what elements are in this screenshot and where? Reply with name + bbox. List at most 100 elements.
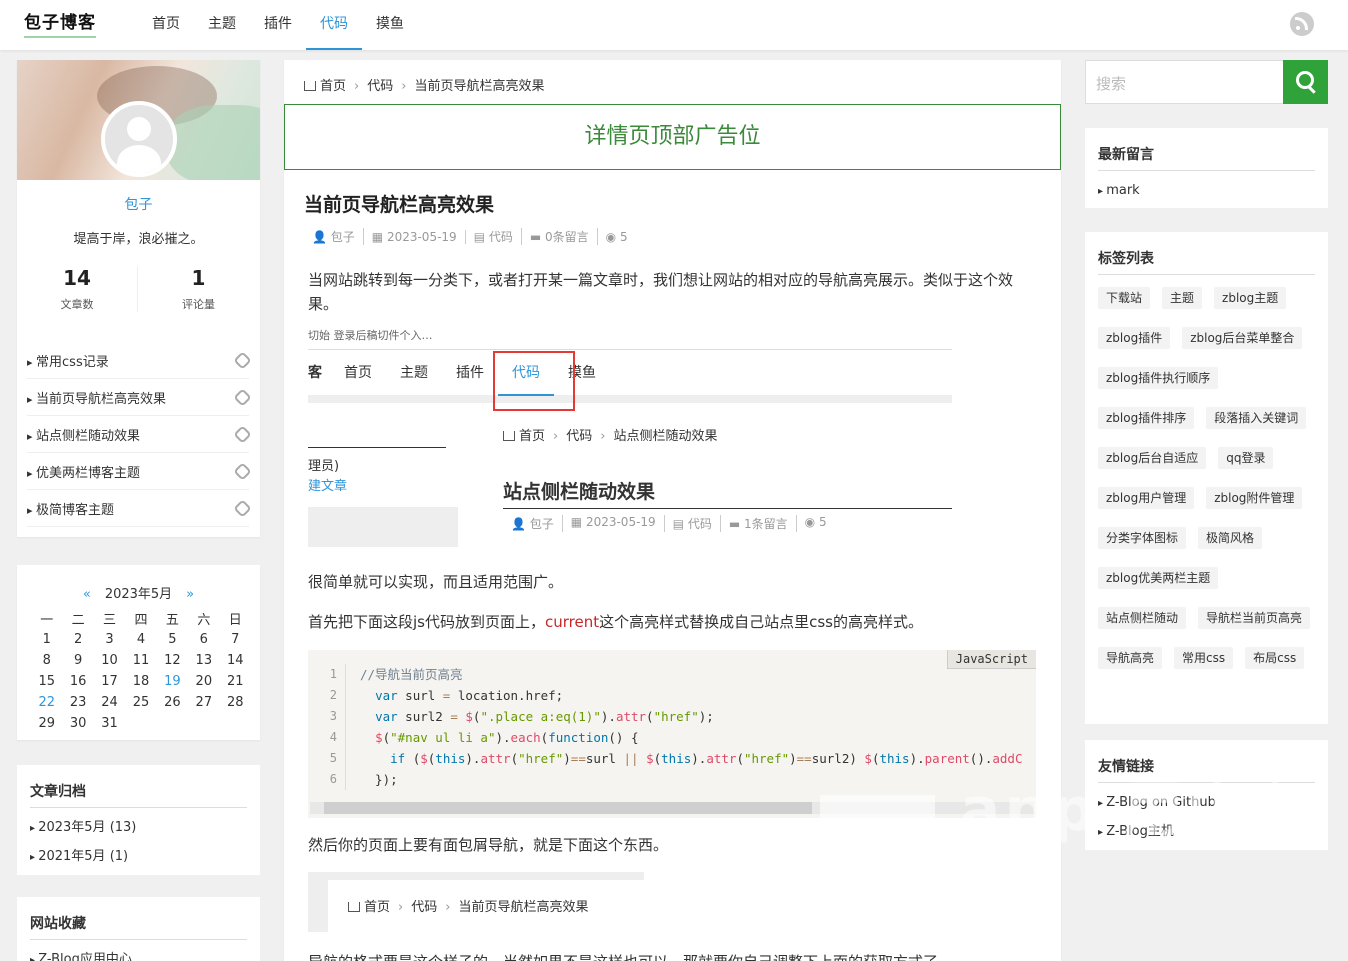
calendar-day[interactable]: 13 [188, 650, 219, 671]
calendar-day[interactable]: 6 [188, 629, 219, 650]
tag[interactable]: zblog插件执行顺序 [1098, 367, 1219, 389]
calendar-day[interactable]: 3 [94, 629, 125, 650]
calendar-widget: «2023年5月» 一 二 三 四 五 六 日 1 2 3 4 5 6 7 8 9 10 11 12 1… [17, 565, 260, 740]
tag[interactable]: 站点侧栏随动 [1098, 607, 1187, 629]
calendar-day[interactable]: 21 [220, 671, 251, 692]
list-item[interactable]: 常用css记录 [27, 342, 252, 379]
tag[interactable]: qq登录 [1218, 447, 1274, 469]
tag[interactable]: zblog后台自适应 [1098, 447, 1207, 469]
nav-code[interactable]: 代码 [306, 0, 362, 50]
tag[interactable]: zblog后台菜单整合 [1182, 327, 1303, 349]
calendar-prev-button[interactable]: « [83, 587, 91, 602]
nav-plugins[interactable]: 插件 [250, 0, 306, 50]
calendar-day[interactable]: 14 [220, 650, 251, 671]
calendar-day[interactable]: 12 [157, 650, 188, 671]
nav-home[interactable]: 首页 [138, 0, 194, 50]
tag[interactable]: 导航高亮 [1098, 647, 1163, 669]
tag[interactable]: zblog优美两栏主题 [1098, 567, 1219, 589]
search-input[interactable]: 搜索 [1096, 73, 1126, 94]
archive-item[interactable]: 2023年5月 (13) [30, 814, 247, 843]
tag[interactable]: zblog插件 [1098, 327, 1171, 349]
profile-name[interactable]: 包子 [17, 194, 260, 214]
breadcrumb-category[interactable]: 代码 [367, 79, 393, 94]
breadcrumb-home[interactable]: 首页 [320, 79, 346, 94]
weekday: 一 [40, 613, 54, 628]
calendar-day[interactable]: 19 [157, 671, 188, 692]
calendar-day[interactable]: 23 [62, 692, 93, 713]
meta-comments[interactable]: ▬ 0条留言 [522, 228, 598, 245]
favorite-item[interactable]: Z-Blog应用中心 [30, 946, 247, 961]
nav-fish[interactable]: 摸鱼 [362, 0, 418, 50]
avatar[interactable] [101, 101, 177, 177]
calendar-day[interactable]: 17 [94, 671, 125, 692]
calendar-day[interactable]: 25 [125, 692, 156, 713]
archive-widget: 文章归档 2023年5月 (13) 2021年5月 (1) [17, 765, 260, 875]
list-item[interactable]: 极简博客主题 [27, 490, 252, 527]
weekday: 日 [228, 613, 242, 628]
search-icon[interactable] [1283, 60, 1328, 104]
calendar-day[interactable]: 29 [31, 713, 62, 734]
profile-card: 包子 堤高于岸，浪必摧之。 14 文章数 1 评论量 常用css记录 当前页导航… [17, 60, 260, 537]
calendar-day[interactable]: 27 [188, 692, 219, 713]
link-icon [233, 498, 252, 518]
tag[interactable]: 导航栏当前页高亮 [1198, 607, 1311, 629]
calendar-day[interactable]: 15 [31, 671, 62, 692]
calendar-day[interactable]: 16 [62, 671, 93, 692]
tag[interactable]: zblog附件管理 [1206, 487, 1303, 509]
search-box: 搜索 [1085, 60, 1328, 104]
tag[interactable]: 主题 [1162, 287, 1203, 309]
nav-themes[interactable]: 主题 [194, 0, 250, 50]
tag[interactable]: 布局css [1245, 647, 1305, 669]
site-logo[interactable]: 包子博客 [24, 8, 96, 38]
image-text: 当前页导航栏高亮效果 [458, 900, 589, 915]
list-item[interactable]: 站点侧栏随动效果 [27, 416, 252, 453]
calendar-day[interactable]: 2 [62, 629, 93, 650]
calendar-day[interactable]: 10 [94, 650, 125, 671]
profile-links: 常用css记录 当前页导航栏高亮效果 站点侧栏随动效果 优美两栏博客主题 极简博… [27, 342, 252, 527]
tag[interactable]: zblog插件排序 [1098, 407, 1195, 429]
site-header: 包子博客 首页 主题 插件 代码 摸鱼 [0, 0, 1348, 50]
code-block[interactable]: JavaScript 123456 //导航当前页高亮 var surl = l… [308, 650, 1036, 818]
image-text: 切始 登录后稿切件个入… [308, 329, 433, 342]
stat-articles: 14 文章数 [17, 266, 138, 312]
meta-category[interactable]: ▤ 代码 [466, 228, 522, 245]
calendar-day[interactable]: 26 [157, 692, 188, 713]
scrollbar-thumb[interactable] [324, 802, 812, 814]
meta-author[interactable]: 👤 包子 [304, 228, 364, 245]
tag[interactable]: zblog用户管理 [1098, 487, 1195, 509]
post-meta: 👤 包子 ▦ 2023-05-19 ▤ 代码 ▬ 0条留言 ◉ 5 [304, 228, 636, 245]
tag[interactable]: 极简风格 [1198, 527, 1263, 549]
calendar-day[interactable]: 11 [125, 650, 156, 671]
tag[interactable]: 分类字体图标 [1098, 527, 1187, 549]
calendar-day[interactable]: 5 [157, 629, 188, 650]
recent-item[interactable]: mark [1098, 177, 1315, 206]
archive-item[interactable]: 2021年5月 (1) [30, 843, 247, 872]
image-text: 代码 [566, 429, 593, 444]
calendar-next-button[interactable]: » [186, 587, 194, 602]
calendar-day[interactable]: 20 [188, 671, 219, 692]
image-text: 首页 [344, 365, 372, 381]
highlight-box [493, 351, 575, 411]
calendar-day[interactable]: 30 [62, 713, 93, 734]
paragraph: 然后你的页面上要有面包屑导航，就是下面这个东西。 [308, 836, 669, 854]
calendar-day[interactable]: 22 [31, 692, 62, 713]
tag[interactable]: 段落插入关键词 [1206, 407, 1307, 429]
link-label: 常用css记录 [27, 351, 109, 370]
calendar-day[interactable]: 8 [31, 650, 62, 671]
tag[interactable]: 下载站 [1098, 287, 1151, 309]
tag[interactable]: zblog主题 [1214, 287, 1287, 309]
calendar-day[interactable]: 31 [94, 713, 125, 734]
ad-banner[interactable]: 详情页顶部广告位 [284, 104, 1061, 170]
calendar-empty [188, 713, 219, 734]
tag[interactable]: 常用css [1174, 647, 1234, 669]
calendar-day[interactable]: 24 [94, 692, 125, 713]
calendar-day[interactable]: 1 [31, 629, 62, 650]
rss-icon[interactable] [1290, 12, 1314, 36]
calendar-day[interactable]: 9 [62, 650, 93, 671]
list-item[interactable]: 优美两栏博客主题 [27, 453, 252, 490]
list-item[interactable]: 当前页导航栏高亮效果 [27, 379, 252, 416]
calendar-day[interactable]: 7 [220, 629, 251, 650]
calendar-day[interactable]: 28 [220, 692, 251, 713]
calendar-day[interactable]: 18 [125, 671, 156, 692]
calendar-day[interactable]: 4 [125, 629, 156, 650]
